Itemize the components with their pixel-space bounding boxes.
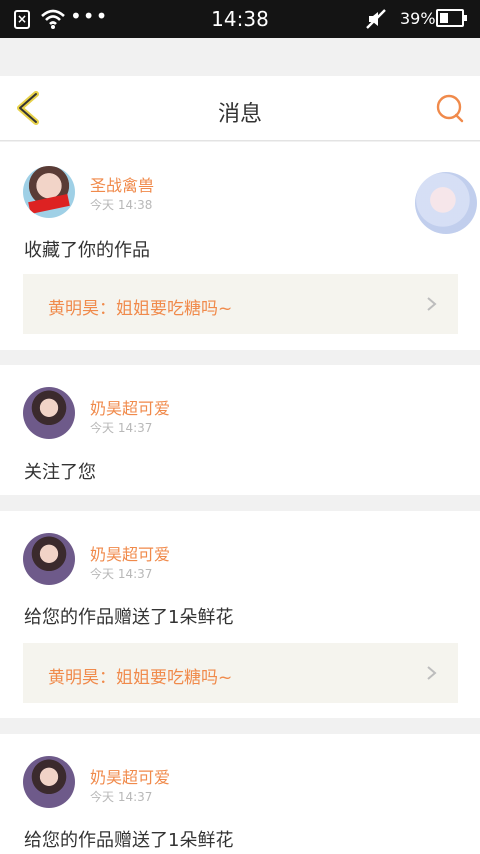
notification-message: 给您的作品赠送了1朵鲜花 <box>24 830 234 851</box>
battery-icon <box>436 9 467 27</box>
status-bar: × ••• 14:38 39% <box>0 0 480 38</box>
notification-message: 关注了您 <box>24 462 96 483</box>
avatar[interactable] <box>23 756 75 808</box>
avatar[interactable] <box>23 166 75 218</box>
page-title: 消息 <box>217 102 262 127</box>
quoted-work-text: 黄明昊：姐姐要吃糖吗~ <box>48 299 233 319</box>
avatar[interactable] <box>23 387 75 439</box>
user-name[interactable]: 奶昊超可爱 <box>90 395 170 419</box>
notification-card[interactable]: 奶昊超可爱 今天 14:37 给您的作品赠送了1朵鲜花 <box>0 734 480 854</box>
quoted-work[interactable]: 黄明昊：姐姐要吃糖吗~ <box>23 643 458 703</box>
battery-percent: 39% <box>400 9 436 28</box>
chevron-right-icon <box>427 666 437 680</box>
chevron-right-icon <box>427 297 437 311</box>
user-name[interactable]: 奶昊超可爱 <box>90 541 170 565</box>
notification-time: 今天 14:37 <box>90 567 153 581</box>
notification-time: 今天 14:37 <box>90 421 153 435</box>
user-name[interactable]: 奶昊超可爱 <box>90 764 170 788</box>
mute-icon <box>366 9 386 29</box>
notification-card[interactable]: 奶昊超可爱 今天 14:37 给您的作品赠送了1朵鲜花 黄明昊：姐姐要吃糖吗~ <box>0 511 480 718</box>
notification-message: 收藏了你的作品 <box>24 240 150 261</box>
notification-time: 今天 14:38 <box>90 198 153 212</box>
notification-message: 给您的作品赠送了1朵鲜花 <box>24 607 234 628</box>
search-button[interactable] <box>434 92 466 124</box>
quoted-work[interactable]: 黄明昊：姐姐要吃糖吗~ <box>23 274 458 334</box>
notification-time: 今天 14:37 <box>90 790 153 804</box>
notification-card[interactable]: 圣战禽兽 今天 14:38 收藏了你的作品 黄明昊：姐姐要吃糖吗~ <box>0 142 480 350</box>
notification-card[interactable]: 奶昊超可爱 今天 14:37 关注了您 <box>0 365 480 495</box>
user-name[interactable]: 圣战禽兽 <box>90 172 154 196</box>
nav-bar: 消息 <box>0 76 480 141</box>
quoted-work-text: 黄明昊：姐姐要吃糖吗~ <box>48 668 233 688</box>
work-thumbnail[interactable] <box>415 172 477 234</box>
avatar[interactable] <box>23 533 75 585</box>
